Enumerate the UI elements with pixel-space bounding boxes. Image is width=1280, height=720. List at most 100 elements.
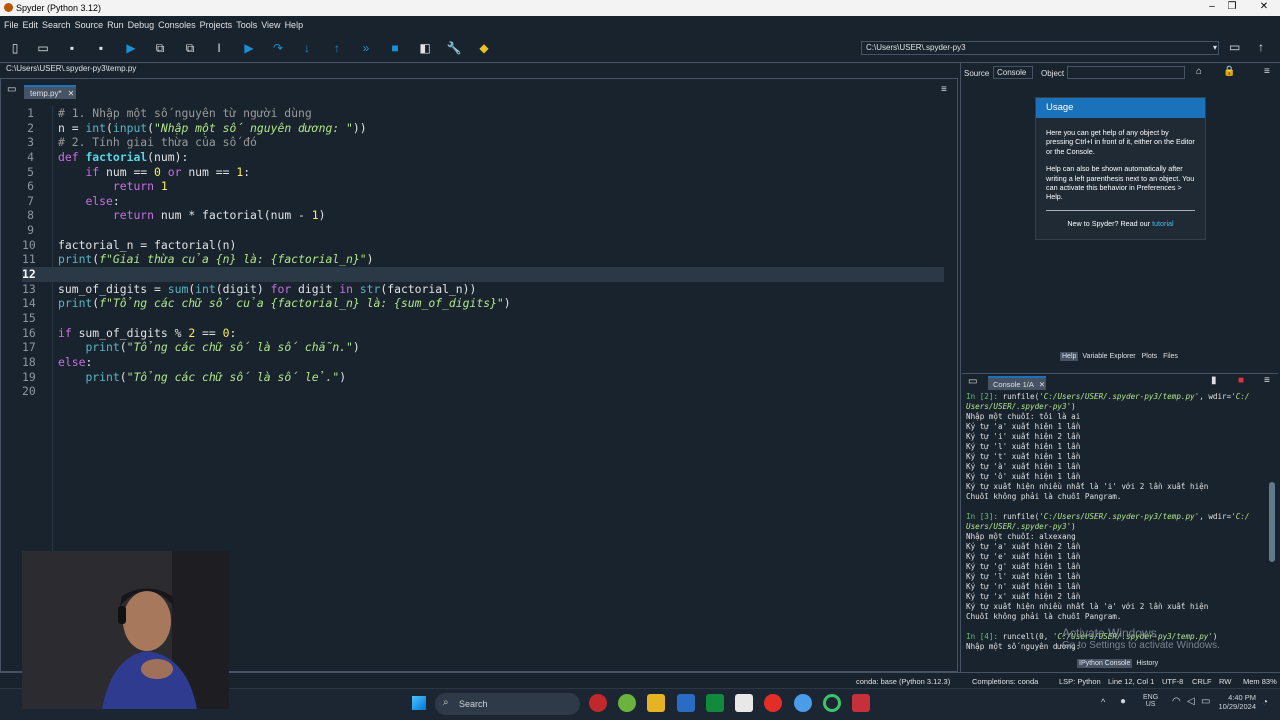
tab-files[interactable]: Files (1161, 352, 1180, 361)
status-completions[interactable]: Completions: conda (972, 677, 1038, 686)
run-selection-icon[interactable]: I (210, 39, 228, 57)
browse-tabs-icon[interactable]: ▭ (7, 84, 16, 95)
browse-folder-icon[interactable]: ▭ (1229, 40, 1240, 54)
app-icon-adobe[interactable] (735, 694, 753, 712)
app-icon-file-explorer[interactable] (647, 694, 665, 712)
notification-bell-icon[interactable]: ◔ (1262, 697, 1268, 708)
code-line[interactable]: 15 (22, 311, 944, 326)
app-icon-camera[interactable] (823, 694, 841, 712)
code-line[interactable]: 11 print(f"Giai thừa của {n} là: {factori… (22, 252, 944, 267)
tab-variable-explorer[interactable]: Variable Explorer (1080, 352, 1138, 361)
tab-console[interactable]: Console 1/A ✕ (988, 376, 1046, 390)
app-icon-excel[interactable] (706, 694, 724, 712)
run-icon[interactable]: ▶ (122, 39, 140, 57)
open-folder-icon[interactable]: ▭ (34, 39, 52, 57)
object-input[interactable] (1067, 66, 1185, 79)
wrench-icon[interactable]: 🔧 (445, 39, 463, 57)
code-line[interactable]: 20 (22, 384, 944, 399)
interrupt-icon[interactable]: ■ (1238, 375, 1244, 386)
save-all-icon[interactable]: ▪ (92, 39, 110, 57)
code-line[interactable]: 10 factorial_n = factorial(n) (22, 238, 944, 253)
tab-help[interactable]: Help (1060, 352, 1079, 361)
menu-help[interactable]: Help (285, 20, 304, 30)
help-options-icon[interactable]: ≡ (1264, 66, 1270, 77)
code-line[interactable]: 7 else: (22, 194, 944, 209)
run-cell-advance-icon[interactable]: ⧉ (181, 39, 199, 57)
status-env[interactable]: conda: base (Python 3.12.3) (856, 677, 950, 686)
browse-tabs-icon[interactable]: ▭ (968, 376, 977, 387)
tab-ipython-console[interactable]: IPython Console (1077, 659, 1133, 668)
code-line[interactable]: 17 print("Tổng các chữ số là số chẵn.") (22, 340, 944, 355)
tutorial-link[interactable]: tutorial (1152, 219, 1174, 228)
tray-app-icon[interactable]: ● (1120, 696, 1126, 707)
code-line[interactable]: 8 return num * factorial(num - 1) (22, 208, 944, 223)
app-icon-store[interactable] (677, 694, 695, 712)
maximize-icon[interactable]: ❐ (1220, 0, 1244, 16)
wifi-icon[interactable]: ◠ (1172, 696, 1181, 707)
menu-debug[interactable]: Debug (128, 20, 155, 30)
menu-source[interactable]: Source (75, 20, 104, 30)
app-icon-record[interactable] (589, 694, 607, 712)
code-line[interactable]: 1 # 1. Nhập một số nguyên từ người dùng (22, 106, 944, 121)
close-tab-icon[interactable]: ✕ (68, 89, 75, 98)
tab-history[interactable]: History (1134, 659, 1161, 668)
new-file-icon[interactable]: ▯ (6, 39, 24, 57)
debug-icon[interactable]: ▶ (240, 39, 258, 57)
app-icon-spyder[interactable] (852, 694, 870, 712)
tray-chevron-icon[interactable]: ^ (1101, 697, 1105, 707)
status-lsp[interactable]: LSP: Python (1059, 677, 1101, 686)
code-line[interactable]: 9 (22, 223, 944, 238)
menu-projects[interactable]: Projects (200, 20, 233, 30)
parent-directory-icon[interactable]: ↑ (1258, 40, 1264, 54)
python-path-icon[interactable]: ◆ (475, 39, 493, 57)
code-line[interactable]: 16 if sum_of_digits % 2 == 0: (22, 326, 944, 341)
menu-consoles[interactable]: Consoles (158, 20, 196, 30)
code-line[interactable]: 14 print(f"Tổng các chữ số của {factorial… (22, 296, 944, 311)
code-line[interactable]: 19 print("Tổng các chữ số là số lẻ.") (22, 370, 944, 385)
scroll-thumb[interactable] (1269, 482, 1275, 562)
app-icon-youtube[interactable] (764, 694, 782, 712)
volume-icon[interactable]: ◁ (1187, 696, 1195, 707)
working-directory-input[interactable]: C:\Users\USER\.spyder-py3 (861, 41, 1219, 55)
menu-edit[interactable]: Edit (23, 20, 39, 30)
console-options-icon[interactable]: ≡ (1264, 375, 1270, 386)
code-line[interactable]: 2 n = int(input("Nhập một số nguyên dương… (22, 121, 944, 136)
clipboard-icon[interactable]: ▮ (1211, 375, 1217, 386)
close-icon[interactable]: ✕ (1252, 0, 1276, 16)
menu-view[interactable]: View (261, 20, 280, 30)
console-scrollbar[interactable] (1268, 392, 1276, 654)
step-icon[interactable]: ↷ (269, 39, 287, 57)
menu-search[interactable]: Search (42, 20, 71, 30)
code-line[interactable]: 13 sum_of_digits = sum(int(digit) for dig… (22, 282, 944, 297)
continue-icon[interactable]: » (357, 39, 375, 57)
code-line[interactable]: 3 # 2. Tính giai thừa của số đó (22, 135, 944, 150)
save-icon[interactable]: ▪ (63, 39, 81, 57)
run-cell-icon[interactable]: ⧉ (151, 39, 169, 57)
code-line[interactable]: 18 else: (22, 355, 944, 370)
menu-run[interactable]: Run (107, 20, 124, 30)
clock[interactable]: 4:40 PM 10/29/2024 (1212, 693, 1256, 711)
windows-start-icon[interactable] (412, 696, 426, 710)
stop-icon[interactable]: ■ (386, 39, 404, 57)
code-editor[interactable]: 1 # 1. Nhập một số nguyên từ người dùng 2 n… (22, 106, 944, 399)
language-indicator[interactable]: ENG US (1143, 694, 1158, 708)
battery-icon[interactable]: ▭ (1201, 696, 1210, 707)
source-select[interactable]: Console (993, 66, 1033, 79)
app-icon-chrome-profile[interactable] (618, 694, 636, 712)
menu-file[interactable]: File (4, 20, 19, 30)
chevron-down-icon[interactable]: ▾ (1213, 43, 1217, 52)
close-tab-icon[interactable]: ✕ (1039, 380, 1045, 389)
tab-temp-py[interactable]: temp.py* ✕ (24, 85, 76, 99)
taskbar-search[interactable]: Search (435, 693, 580, 715)
code-line[interactable]: 5 if num == 0 or num == 1: (22, 165, 944, 180)
step-return-icon[interactable]: ↑ (328, 39, 346, 57)
ipython-console[interactable]: In [2]: runfile('C:/Users/USER/.spyder-p… (966, 392, 1264, 652)
code-line[interactable]: 12 (22, 267, 944, 282)
tab-plots[interactable]: Plots (1139, 352, 1160, 361)
code-line[interactable]: 4 def factorial(num): (22, 150, 944, 165)
code-line[interactable]: 6 return 1 (22, 179, 944, 194)
home-icon[interactable]: ⌂ (1196, 66, 1202, 77)
editor-options-icon[interactable]: ≡ (941, 84, 947, 95)
maximize-pane-icon[interactable]: ◧ (416, 39, 434, 57)
step-into-icon[interactable]: ↓ (298, 39, 316, 57)
